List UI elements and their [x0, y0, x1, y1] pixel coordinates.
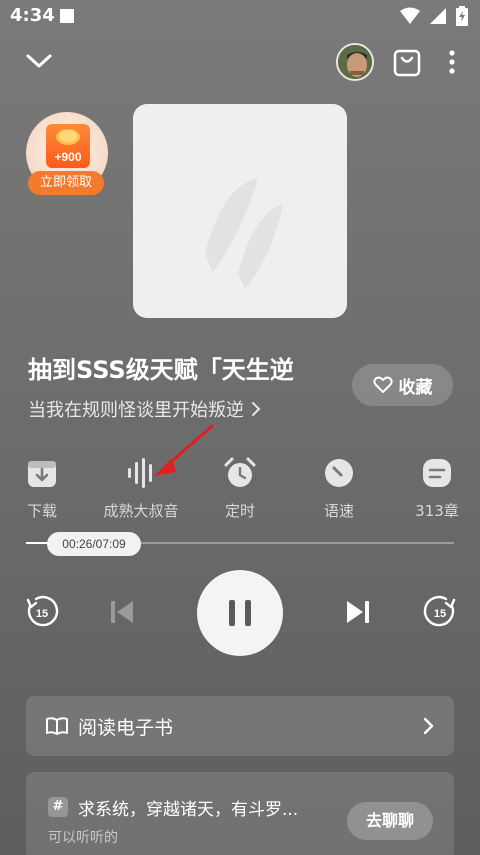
rewind-15-icon[interactable]: 15 [22, 592, 62, 632]
hashtag-icon: # [48, 797, 68, 817]
status-bar: 4:34 [0, 0, 480, 32]
chevron-right-icon [252, 402, 261, 416]
download-label: 下载 [26, 502, 57, 520]
reward-amount: +900 [54, 150, 82, 164]
book-subtitle-link[interactable]: 当我在规则怪谈里开始叛逆 [28, 396, 262, 422]
speed-label: 语速 [323, 502, 354, 520]
previous-chapter-icon[interactable] [102, 592, 142, 632]
timer-label: 定时 [224, 502, 255, 520]
annotation-arrow-icon [154, 424, 214, 476]
rewind-seconds: 15 [36, 608, 48, 620]
collapse-chevron-down-icon[interactable] [24, 46, 54, 76]
album-cover [133, 104, 347, 318]
chevron-right-icon [423, 717, 434, 735]
forward-seconds: 15 [434, 608, 446, 620]
wifi-icon [400, 7, 420, 24]
signal-icon [430, 8, 446, 24]
pause-icon [229, 600, 251, 626]
notification-icon [60, 9, 74, 23]
forward-15-icon[interactable]: 15 [420, 592, 460, 632]
speed-button[interactable]: 语速 [299, 456, 379, 521]
cover-placeholder-icon [205, 179, 283, 289]
voice-label: 成熟大叔音 [103, 502, 179, 520]
collect-button[interactable]: 收藏 [352, 364, 453, 406]
chat-topic-subtitle: 可以听听的 [48, 830, 118, 846]
chapter-list-icon [423, 459, 451, 487]
avatar-image [338, 45, 372, 79]
book-title: 抽到SSS级天赋「天生逆 [28, 356, 294, 384]
shopping-bag-icon[interactable] [393, 47, 421, 77]
open-book-icon [46, 717, 68, 735]
claim-reward-button[interactable]: 立即领取 [28, 171, 104, 195]
book-subtitle: 当我在规则怪谈里开始叛逆 [28, 400, 244, 421]
download-icon [28, 461, 56, 487]
chapters-label: 313章 [415, 502, 459, 520]
collect-label: 收藏 [398, 377, 433, 398]
download-button[interactable]: 下载 [2, 456, 82, 521]
alarm-clock-icon [224, 457, 256, 487]
chapters-button[interactable]: 313章 [397, 456, 477, 521]
speed-gauge-icon [325, 459, 353, 487]
heart-icon [372, 376, 393, 393]
go-chat-button[interactable]: 去聊聊 [347, 802, 433, 840]
avatar[interactable] [336, 43, 374, 81]
next-chapter-icon[interactable] [338, 592, 378, 632]
read-ebook-label: 阅读电子书 [78, 716, 174, 739]
status-time: 4:34 [10, 5, 55, 26]
status-icons [400, 6, 468, 26]
battery-icon [456, 6, 468, 26]
chat-topic-title: 求系统，穿越诸天，有斗罗... [78, 800, 299, 820]
pause-button[interactable] [197, 570, 283, 656]
read-ebook-row[interactable]: 阅读电子书 [26, 696, 454, 756]
more-options-icon[interactable] [442, 48, 462, 76]
progress-time-thumb[interactable]: 00:26/07:09 [47, 532, 141, 556]
